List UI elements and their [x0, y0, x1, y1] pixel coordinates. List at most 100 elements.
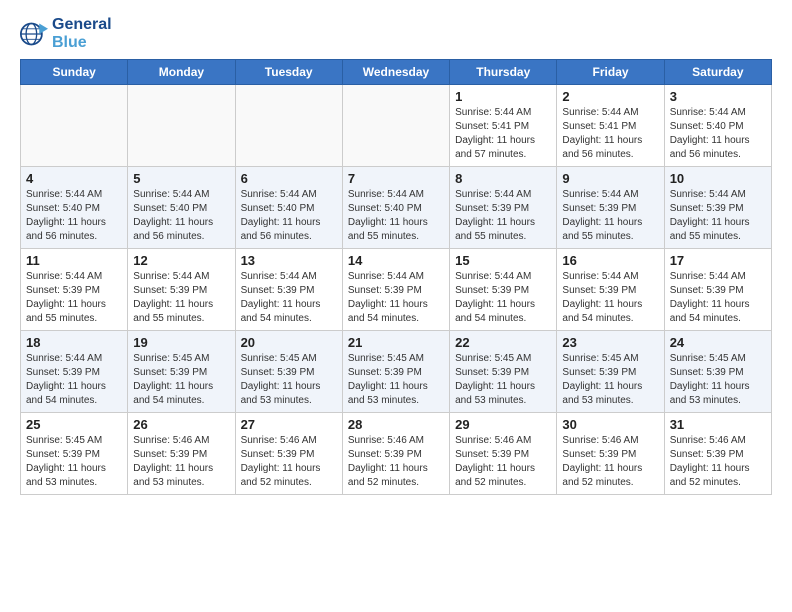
day-number: 27: [241, 417, 337, 432]
calendar-cell: 1 Sunrise: 5:44 AM Sunset: 5:41 PM Daylig…: [450, 85, 557, 167]
day-info: Sunrise: 5:44 AM Sunset: 5:40 PM Dayligh…: [26, 188, 122, 244]
calendar-cell: 22 Sunrise: 5:45 AM Sunset: 5:39 PM Dayli…: [450, 331, 557, 413]
logo-icon: [20, 20, 48, 48]
day-info: Sunrise: 5:46 AM Sunset: 5:39 PM Dayligh…: [348, 434, 444, 490]
day-info: Sunrise: 5:44 AM Sunset: 5:39 PM Dayligh…: [455, 188, 551, 244]
day-number: 21: [348, 335, 444, 350]
day-number: 9: [562, 171, 658, 186]
day-number: 7: [348, 171, 444, 186]
calendar-week-row: 4Sunrise: 5:44 AM Sunset: 5:40 PM Daylig…: [21, 167, 772, 249]
calendar-cell: 15 Sunrise: 5:44 AM Sunset: 5:39 PM Dayli…: [450, 249, 557, 331]
calendar-cell: 9 Sunrise: 5:44 AM Sunset: 5:39 PM Daylig…: [557, 167, 664, 249]
day-info: Sunrise: 5:44 AM Sunset: 5:40 PM Dayligh…: [348, 188, 444, 244]
day-number: 22: [455, 335, 551, 350]
day-number: 17: [670, 253, 766, 268]
day-info: Sunrise: 5:44 AM Sunset: 5:39 PM Dayligh…: [26, 352, 122, 408]
calendar-cell: 16Sunrise: 5:44 AM Sunset: 5:39 PM Dayli…: [557, 249, 664, 331]
day-info: Sunrise: 5:45 AM Sunset: 5:39 PM Dayligh…: [455, 352, 551, 408]
calendar-cell: 24 Sunrise: 5:45 AM Sunset: 5:39 PM Dayli…: [664, 331, 771, 413]
calendar-cell: [128, 85, 235, 167]
calendar-cell: 7 Sunrise: 5:44 AM Sunset: 5:40 PM Daylig…: [342, 167, 449, 249]
day-info: Sunrise: 5:45 AM Sunset: 5:39 PM Dayligh…: [241, 352, 337, 408]
calendar-cell: 12 Sunrise: 5:44 AM Sunset: 5:39 PM Dayli…: [128, 249, 235, 331]
day-number: 31: [670, 417, 766, 432]
calendar-week-row: 1 Sunrise: 5:44 AM Sunset: 5:41 PM Daylig…: [21, 85, 772, 167]
day-header-friday: Friday: [557, 60, 664, 85]
day-header-thursday: Thursday: [450, 60, 557, 85]
day-info: Sunrise: 5:46 AM Sunset: 5:39 PM Dayligh…: [241, 434, 337, 490]
calendar-cell: 3 Sunrise: 5:44 AM Sunset: 5:40 PM Daylig…: [664, 85, 771, 167]
day-info: Sunrise: 5:44 AM Sunset: 5:40 PM Dayligh…: [241, 188, 337, 244]
calendar-cell: [235, 85, 342, 167]
calendar-cell: 4Sunrise: 5:44 AM Sunset: 5:40 PM Daylig…: [21, 167, 128, 249]
day-number: 25: [26, 417, 122, 432]
calendar-table: SundayMondayTuesdayWednesdayThursdayFrid…: [20, 59, 772, 495]
calendar-cell: 10 Sunrise: 5:44 AM Sunset: 5:39 PM Dayli…: [664, 167, 771, 249]
day-info: Sunrise: 5:44 AM Sunset: 5:39 PM Dayligh…: [670, 270, 766, 326]
day-header-wednesday: Wednesday: [342, 60, 449, 85]
day-number: 18: [26, 335, 122, 350]
day-number: 1: [455, 89, 551, 104]
day-number: 13: [241, 253, 337, 268]
calendar-cell: 8 Sunrise: 5:44 AM Sunset: 5:39 PM Daylig…: [450, 167, 557, 249]
day-info: Sunrise: 5:44 AM Sunset: 5:39 PM Dayligh…: [562, 270, 658, 326]
day-info: Sunrise: 5:44 AM Sunset: 5:39 PM Dayligh…: [670, 188, 766, 244]
calendar-cell: 2 Sunrise: 5:44 AM Sunset: 5:41 PM Daylig…: [557, 85, 664, 167]
calendar-cell: 20 Sunrise: 5:45 AM Sunset: 5:39 PM Dayli…: [235, 331, 342, 413]
day-number: 2: [562, 89, 658, 104]
calendar-cell: [342, 85, 449, 167]
day-info: Sunrise: 5:44 AM Sunset: 5:39 PM Dayligh…: [133, 270, 229, 326]
day-number: 28: [348, 417, 444, 432]
day-number: 12: [133, 253, 229, 268]
day-header-sunday: Sunday: [21, 60, 128, 85]
day-info: Sunrise: 5:44 AM Sunset: 5:40 PM Dayligh…: [133, 188, 229, 244]
day-header-monday: Monday: [128, 60, 235, 85]
day-info: Sunrise: 5:45 AM Sunset: 5:39 PM Dayligh…: [133, 352, 229, 408]
calendar-week-row: 18 Sunrise: 5:44 AM Sunset: 5:39 PM Dayli…: [21, 331, 772, 413]
calendar-cell: 21 Sunrise: 5:45 AM Sunset: 5:39 PM Dayli…: [342, 331, 449, 413]
day-info: Sunrise: 5:44 AM Sunset: 5:40 PM Dayligh…: [670, 106, 766, 162]
day-info: Sunrise: 5:44 AM Sunset: 5:39 PM Dayligh…: [562, 188, 658, 244]
calendar-week-row: 11 Sunrise: 5:44 AM Sunset: 5:39 PM Dayli…: [21, 249, 772, 331]
calendar-cell: 31 Sunrise: 5:46 AM Sunset: 5:39 PM Dayli…: [664, 413, 771, 495]
day-info: Sunrise: 5:44 AM Sunset: 5:39 PM Dayligh…: [26, 270, 122, 326]
day-number: 3: [670, 89, 766, 104]
calendar-cell: 25 Sunrise: 5:45 AM Sunset: 5:39 PM Dayli…: [21, 413, 128, 495]
day-number: 30: [562, 417, 658, 432]
calendar-cell: 28 Sunrise: 5:46 AM Sunset: 5:39 PM Dayli…: [342, 413, 449, 495]
day-number: 8: [455, 171, 551, 186]
day-number: 19: [133, 335, 229, 350]
calendar-cell: 11 Sunrise: 5:44 AM Sunset: 5:39 PM Dayli…: [21, 249, 128, 331]
calendar-cell: 14Sunrise: 5:44 AM Sunset: 5:39 PM Dayli…: [342, 249, 449, 331]
calendar-cell: 27 Sunrise: 5:46 AM Sunset: 5:39 PM Dayli…: [235, 413, 342, 495]
calendar-header-row: SundayMondayTuesdayWednesdayThursdayFrid…: [21, 60, 772, 85]
day-info: Sunrise: 5:45 AM Sunset: 5:39 PM Dayligh…: [348, 352, 444, 408]
calendar-cell: 13 Sunrise: 5:44 AM Sunset: 5:39 PM Dayli…: [235, 249, 342, 331]
day-info: Sunrise: 5:46 AM Sunset: 5:39 PM Dayligh…: [455, 434, 551, 490]
calendar-cell: 29 Sunrise: 5:46 AM Sunset: 5:39 PM Dayli…: [450, 413, 557, 495]
calendar-week-row: 25 Sunrise: 5:45 AM Sunset: 5:39 PM Dayli…: [21, 413, 772, 495]
day-number: 20: [241, 335, 337, 350]
day-info: Sunrise: 5:44 AM Sunset: 5:41 PM Dayligh…: [562, 106, 658, 162]
day-info: Sunrise: 5:45 AM Sunset: 5:39 PM Dayligh…: [670, 352, 766, 408]
calendar-cell: 18 Sunrise: 5:44 AM Sunset: 5:39 PM Dayli…: [21, 331, 128, 413]
day-number: 15: [455, 253, 551, 268]
day-number: 11: [26, 253, 122, 268]
day-info: Sunrise: 5:45 AM Sunset: 5:39 PM Dayligh…: [26, 434, 122, 490]
calendar-cell: 6 Sunrise: 5:44 AM Sunset: 5:40 PM Daylig…: [235, 167, 342, 249]
day-number: 26: [133, 417, 229, 432]
calendar-cell: 23Sunrise: 5:45 AM Sunset: 5:39 PM Dayli…: [557, 331, 664, 413]
day-info: Sunrise: 5:44 AM Sunset: 5:39 PM Dayligh…: [241, 270, 337, 326]
calendar-cell: 17 Sunrise: 5:44 AM Sunset: 5:39 PM Dayli…: [664, 249, 771, 331]
calendar-cell: [21, 85, 128, 167]
day-info: Sunrise: 5:46 AM Sunset: 5:39 PM Dayligh…: [670, 434, 766, 490]
day-number: 23: [562, 335, 658, 350]
day-number: 6: [241, 171, 337, 186]
day-info: Sunrise: 5:44 AM Sunset: 5:39 PM Dayligh…: [455, 270, 551, 326]
day-number: 24: [670, 335, 766, 350]
day-number: 29: [455, 417, 551, 432]
day-info: Sunrise: 5:44 AM Sunset: 5:41 PM Dayligh…: [455, 106, 551, 162]
logo-text: General Blue: [52, 16, 112, 51]
day-info: Sunrise: 5:46 AM Sunset: 5:39 PM Dayligh…: [562, 434, 658, 490]
day-number: 10: [670, 171, 766, 186]
